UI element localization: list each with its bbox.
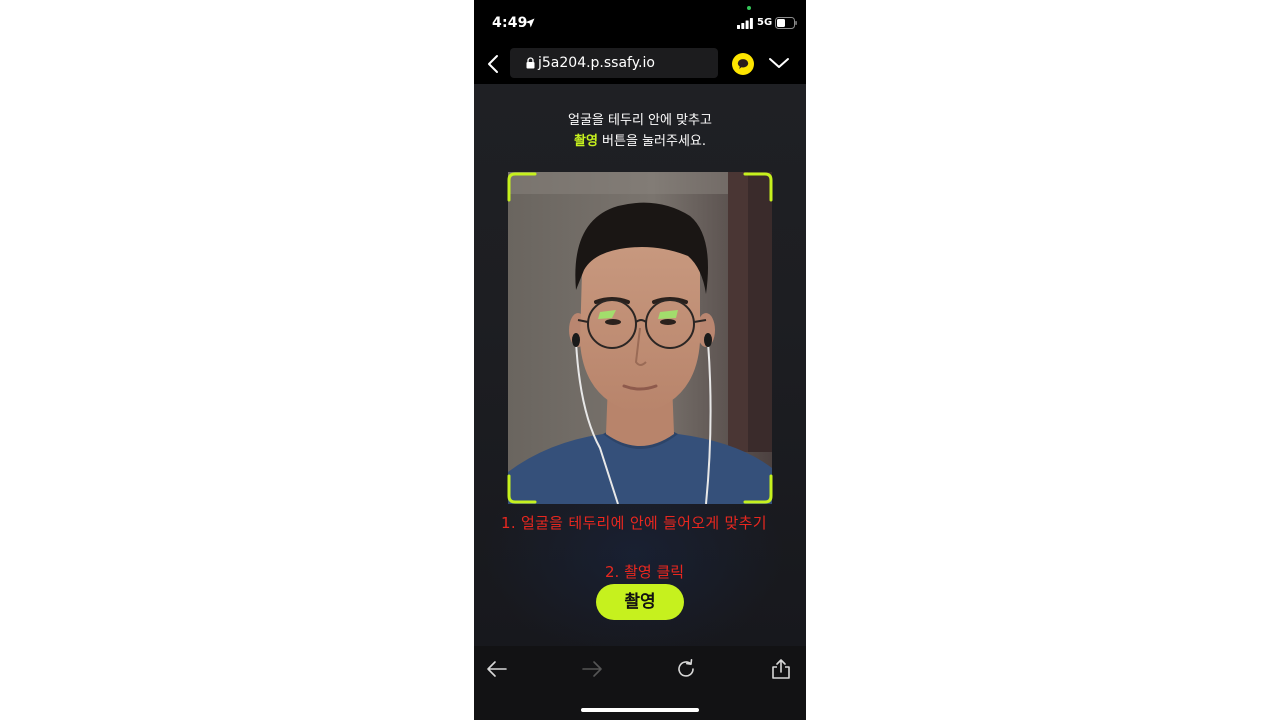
share-icon[interactable] [770, 658, 792, 680]
url-text: j5a204.p.ssafy.io [538, 55, 655, 71]
browser-top-bar: j5a204.p.ssafy.io [474, 44, 806, 84]
reload-icon[interactable] [675, 658, 697, 680]
location-arrow-icon [525, 18, 535, 28]
phone-screen: 4:49 5G j5a204.p.ssafy.io 얼굴을 테두리 안에 맞추고… [474, 0, 806, 720]
lock-icon [526, 57, 535, 69]
camera-preview [508, 172, 772, 504]
arrow-left-icon[interactable] [486, 658, 508, 680]
capture-button[interactable]: 촬영 [596, 584, 684, 620]
face-photo [508, 172, 772, 504]
status-bar: 4:49 5G [474, 0, 806, 44]
annotation-step-2: 2. 촬영 클릭 [605, 563, 685, 581]
url-field[interactable]: j5a204.p.ssafy.io [510, 48, 718, 78]
web-page: 얼굴을 테두리 안에 맞추고 촬영 버튼을 눌러주세요. 1. 얼굴을 테두리에… [474, 84, 806, 646]
instruction-text: 얼굴을 테두리 안에 맞추고 촬영 버튼을 눌러주세요. [474, 110, 806, 152]
battery-icon [775, 17, 797, 29]
camera-in-use-dot [747, 6, 751, 10]
network-type: 5G [757, 17, 773, 28]
menu-chevron-icon[interactable] [768, 56, 790, 70]
annotation-step-1: 1. 얼굴을 테두리에 안에 들어오게 맞추기 [501, 514, 767, 532]
kakaotalk-icon[interactable] [732, 53, 754, 75]
signal-icon [737, 18, 753, 29]
back-chevron-icon[interactable] [486, 54, 500, 74]
instruction-line-2-rest: 버튼을 눌러주세요. [597, 134, 706, 149]
arrow-right-icon[interactable] [581, 658, 603, 680]
browser-bottom-toolbar [474, 646, 806, 720]
status-time: 4:49 [492, 15, 528, 31]
instruction-highlight: 촬영 [574, 134, 598, 149]
instruction-line-2: 촬영 버튼을 눌러주세요. [474, 131, 806, 152]
home-indicator[interactable] [581, 708, 699, 712]
instruction-line-1: 얼굴을 테두리 안에 맞추고 [568, 113, 712, 128]
